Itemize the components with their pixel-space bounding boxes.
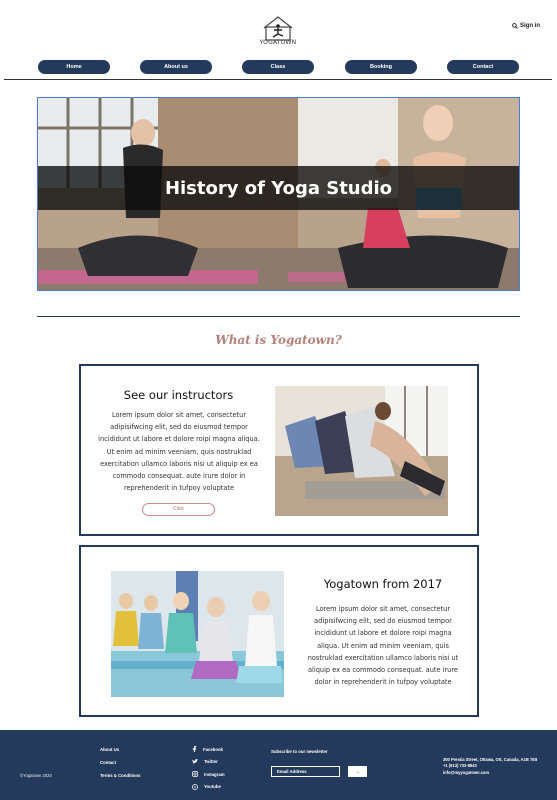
footer-link-terms[interactable]: Terms & Conditions bbox=[100, 773, 141, 786]
nav-about-us-button[interactable]: About us bbox=[140, 60, 212, 74]
section-heading: What is Yogatown? bbox=[215, 333, 342, 347]
search-icon bbox=[512, 23, 518, 29]
instructors-photo bbox=[275, 386, 448, 516]
newsletter-email-input[interactable] bbox=[271, 766, 340, 777]
hero-title: History of Yoga Studio bbox=[164, 177, 393, 199]
social-twitter-label: Twitter bbox=[204, 759, 218, 765]
facebook-icon bbox=[192, 746, 197, 753]
social-facebook-label: Facebook bbox=[203, 746, 224, 752]
social-instagram-link[interactable]: Instagram bbox=[192, 768, 225, 781]
hero-banner: History of Yoga Studio bbox=[37, 97, 520, 291]
yogatown-logo[interactable]: YOGATOWN bbox=[258, 15, 298, 47]
history-photo bbox=[111, 571, 284, 697]
newsletter-submit-button[interactable]: → bbox=[348, 766, 367, 777]
section-divider bbox=[37, 316, 520, 317]
footer-link-contact[interactable]: Contact bbox=[100, 760, 141, 773]
social-links: Facebook Twitter Instagram Youtube bbox=[192, 743, 225, 793]
main-nav: Home About us Class Booking Contact bbox=[0, 60, 557, 74]
yoga-class-photo bbox=[275, 386, 448, 516]
instructors-click-button[interactable]: Click bbox=[142, 503, 215, 516]
site-footer: ©Yogatown 2020 About Us Contact Terms & … bbox=[0, 730, 557, 800]
nav-home-button[interactable]: Home bbox=[38, 60, 110, 74]
footer-link-about-us[interactable]: About Us bbox=[100, 747, 141, 760]
history-title: Yogatown from 2017 bbox=[323, 577, 443, 591]
hero-title-band: History of Yoga Studio bbox=[38, 166, 519, 210]
instagram-icon bbox=[192, 771, 198, 778]
seniors-yoga-photo bbox=[111, 571, 284, 697]
contact-info: 300 Prestia Street, Ottawa, Ott, Canada,… bbox=[443, 757, 537, 776]
social-facebook-link[interactable]: Facebook bbox=[192, 743, 225, 756]
sign-in-label: Sign in bbox=[520, 23, 540, 29]
twitter-icon bbox=[192, 759, 198, 764]
instructors-title: See our instructors bbox=[123, 388, 234, 402]
newsletter-label: Subscribe to our newsletter bbox=[271, 749, 328, 754]
contact-email[interactable]: info@myyogatown.com bbox=[443, 770, 537, 776]
header-divider bbox=[4, 79, 552, 80]
history-body: Lorem ipsum dolor sit amet, consectetur … bbox=[307, 605, 459, 687]
nav-class-button[interactable]: Class bbox=[242, 60, 314, 74]
logo-wordmark: YOGATOWN bbox=[259, 39, 297, 46]
instructors-card: See our instructors Lorem ipsum dolor si… bbox=[79, 364, 479, 536]
social-instagram-label: Instagram bbox=[204, 771, 225, 777]
social-youtube-link[interactable]: Youtube bbox=[192, 781, 225, 794]
logo-house-icon bbox=[263, 16, 293, 41]
sign-in-link[interactable]: Sign in bbox=[512, 23, 540, 29]
nav-contact-button[interactable]: Contact bbox=[447, 60, 519, 74]
history-card: Yogatown from 2017 Lorem ipsum dolor sit… bbox=[79, 545, 479, 717]
copyright-text: ©Yogatown 2020 bbox=[20, 773, 52, 778]
nav-booking-button[interactable]: Booking bbox=[345, 60, 417, 74]
footer-links: About Us Contact Terms & Conditions bbox=[100, 747, 141, 786]
social-twitter-link[interactable]: Twitter bbox=[192, 756, 225, 769]
youtube-icon bbox=[192, 783, 198, 790]
instructors-body: Lorem ipsum dolor sit amet, consectetur … bbox=[98, 411, 260, 493]
social-youtube-label: Youtube bbox=[204, 784, 221, 790]
